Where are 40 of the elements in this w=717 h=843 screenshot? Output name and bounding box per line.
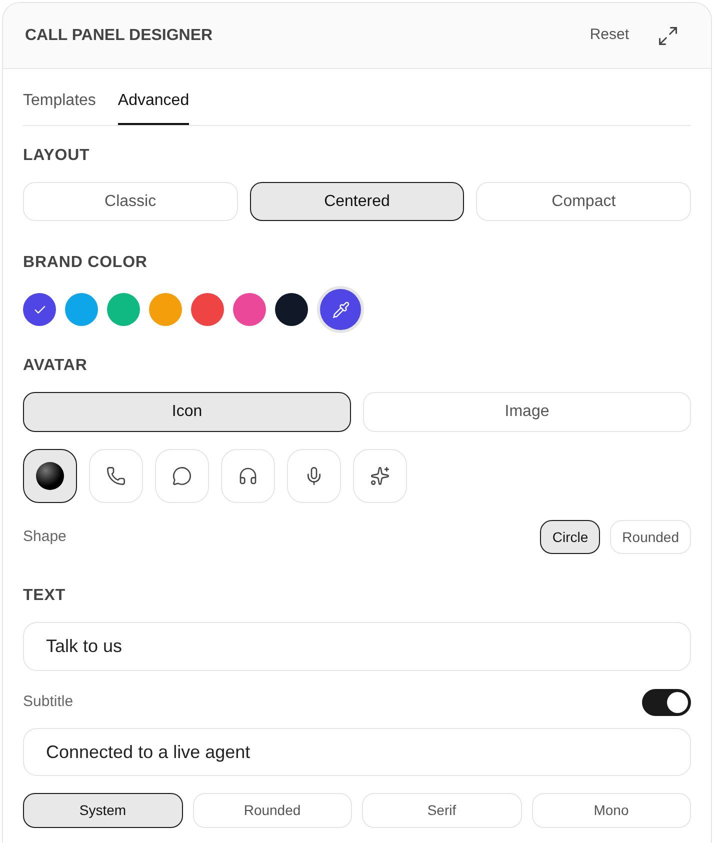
sparkles-icon — [370, 466, 390, 486]
font-option[interactable]: Mono — [532, 793, 691, 828]
title-input[interactable]: Talk to us — [23, 622, 691, 671]
layout-option[interactable]: Centered — [250, 182, 464, 221]
shape-option[interactable]: Circle — [540, 520, 600, 554]
tab[interactable]: Templates — [23, 89, 96, 125]
font-option[interactable]: Rounded — [192, 793, 352, 828]
color-swatch[interactable] — [149, 293, 182, 326]
color-swatch[interactable] — [191, 293, 224, 326]
shape-option[interactable]: Rounded — [610, 520, 691, 554]
shape-label: Shape — [23, 526, 68, 547]
subtitle-toggle[interactable] — [642, 689, 691, 716]
avatar-mode-option[interactable]: Icon — [23, 392, 351, 432]
color-picker-button[interactable] — [320, 289, 361, 330]
color-swatch[interactable] — [107, 293, 140, 326]
color-swatch[interactable] — [275, 293, 308, 326]
panel-title: CALL PANEL DESIGNER — [25, 26, 214, 46]
tab[interactable]: Advanced — [118, 89, 190, 125]
subtitle-label: Subtitle — [23, 692, 74, 712]
expand-icon[interactable] — [657, 24, 679, 46]
layout-option[interactable]: Classic — [23, 182, 238, 221]
section-heading: LAYOUT — [23, 146, 91, 166]
eyedropper-icon — [332, 300, 350, 318]
orb-icon — [36, 462, 64, 490]
color-swatch[interactable] — [233, 293, 266, 326]
layout-option[interactable]: Compact — [476, 182, 691, 221]
chat-icon — [172, 466, 192, 486]
section-heading: TEXT — [23, 586, 66, 606]
color-swatch[interactable] — [65, 293, 98, 326]
section-heading: AVATAR — [23, 356, 88, 376]
font-option[interactable]: Serif — [362, 793, 522, 828]
avatar-mode-option[interactable]: Image — [363, 392, 691, 432]
headphones-icon — [238, 466, 258, 486]
reset-button[interactable]: Reset — [590, 24, 629, 47]
avatar-icon-option[interactable] — [23, 449, 77, 503]
subtitle-input[interactable]: Connected to a live agent — [23, 728, 691, 776]
phone-icon — [106, 466, 126, 486]
section-heading: BRAND COLOR — [23, 253, 148, 273]
font-option[interactable]: System — [23, 793, 182, 828]
color-swatch[interactable] — [23, 293, 56, 326]
